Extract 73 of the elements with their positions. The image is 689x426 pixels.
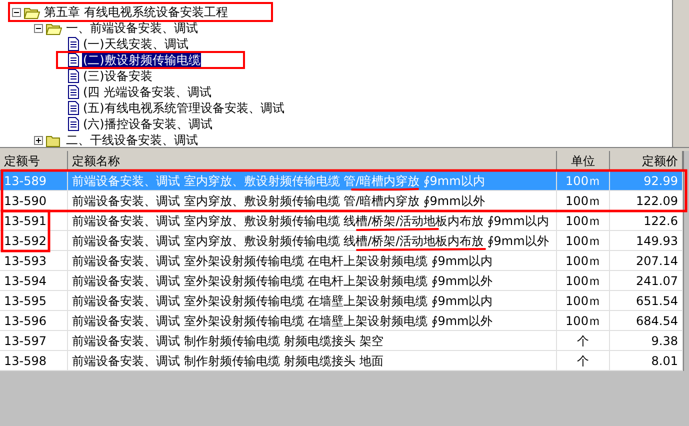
table-cell: 13-592 — [0, 231, 68, 250]
table-cell: 前端设备安装、调试 制作射频传输电缆 射频电缆接头 地面 — [68, 351, 557, 370]
collapse-icon[interactable] — [12, 8, 21, 16]
table-row[interactable]: 13-597 前端设备安装、调试 制作射频传输电缆 射频电缆接头 架空 个 9.38 — [0, 331, 683, 351]
table-cell: 100ｍ — [557, 211, 610, 230]
table-cell: 13-597 — [0, 331, 68, 350]
table-cell: 13-595 — [0, 291, 68, 310]
table-cell: 684.54 — [610, 311, 683, 330]
scrollbar[interactable] — [672, 0, 689, 147]
table-cell: 100ｍ — [557, 231, 610, 250]
table-cell: 100ｍ — [557, 191, 610, 210]
table-cell: 13-596 — [0, 311, 68, 330]
document-icon — [68, 85, 79, 99]
table-cell: 9.38 — [610, 331, 683, 350]
annotation-underline — [351, 188, 419, 191]
column-header[interactable]: 定额号 — [0, 151, 68, 170]
table-cell: 13-593 — [0, 251, 68, 270]
open-folder-icon — [46, 22, 62, 34]
table-cell: 前端设备安装、调试 室外架设射频传输电缆 在墙壁上架设射频电缆 ∮9mm以外 — [68, 311, 557, 330]
column-header[interactable]: 单位 — [557, 151, 610, 170]
table-cell: 前端设备安装、调试 室外架设射频传输电缆 在墙壁上架设射频电缆 ∮9mm以内 — [68, 291, 557, 310]
document-icon — [68, 53, 79, 67]
table-cell: 前端设备安装、调试 室内穿放、敷设射频传输电缆 线槽/桥架/活动地板内布放 ∮9mm以内 — [68, 211, 557, 230]
table-cell: 前端设备安装、调试 室内穿放、敷设射频传输电缆 管/暗槽内穿放 ∮9mm以内 — [68, 171, 557, 190]
table-row[interactable]: 13-598 前端设备安装、调试 制作射频传输电缆 射频电缆接头 地面 个 8.01 — [0, 351, 683, 371]
table-cell: 651.54 — [610, 291, 683, 310]
table-cell: 149.93 — [610, 231, 683, 250]
tree-item[interactable]: (六)播控设备安装、调试 — [82, 116, 214, 132]
column-header[interactable]: 定额名称 — [68, 151, 557, 170]
table-cell: 前端设备安装、调试 室外架设射频传输电缆 在电杆上架设射频电缆 ∮9mm以内 — [68, 251, 557, 270]
table-cell: 100ｍ — [557, 311, 610, 330]
table-cell: 个 — [557, 331, 610, 350]
expand-icon[interactable] — [34, 136, 43, 144]
tree-item[interactable]: (四 光端设备安装、调试 — [82, 84, 212, 100]
table-cell: 100ｍ — [557, 271, 610, 290]
tree-item[interactable]: 一、前端设备安装、调试 — [65, 20, 199, 36]
table-cell: 100ｍ — [557, 171, 610, 190]
table-cell: 个 — [557, 351, 610, 370]
tree-item[interactable]: 二、干线设备安装、调试 — [65, 132, 199, 147]
document-icon — [68, 37, 79, 51]
table-cell: 100ｍ — [557, 291, 610, 310]
table-row[interactable]: 13-595 前端设备安装、调试 室外架设射频传输电缆 在墙壁上架设射频电缆 ∮9mm以内 100ｍ 651.54 — [0, 291, 683, 311]
table-row[interactable]: 13-590 前端设备安装、调试 室内穿放、敷设射频传输电缆 管/暗槽内穿放 ∮9mm以外 100ｍ 122.09 — [0, 191, 683, 211]
document-icon — [68, 117, 79, 131]
table-cell: 前端设备安装、调试 室外架设射频传输电缆 在电杆上架设射频电缆 ∮9mm以外 — [68, 271, 557, 290]
tree-item[interactable]: (一)天线安装、调试 — [82, 36, 190, 52]
table-cell: 13-591 — [0, 211, 68, 230]
tree-item[interactable]: (三)设备安装 — [82, 68, 154, 84]
table-cell: 100ｍ — [557, 251, 610, 270]
table-row[interactable]: 13-592 前端设备安装、调试 室内穿放、敷设射频传输电缆 线槽/桥架/活动地板内布放 ∮9mm以外 100ｍ 149.93 — [0, 231, 683, 251]
column-header[interactable]: 定额价 — [610, 151, 683, 170]
table-cell: 92.99 — [610, 171, 683, 190]
table-cell: 241.07 — [610, 271, 683, 290]
table-cell: 13-590 — [0, 191, 68, 210]
table-row[interactable]: 13-594 前端设备安装、调试 室外架设射频传输电缆 在电杆上架设射频电缆 ∮9mm以外 100ｍ 241.07 — [0, 271, 683, 291]
open-folder-icon — [24, 6, 40, 18]
collapse-icon[interactable] — [34, 24, 43, 32]
table-cell: 122.09 — [610, 191, 683, 210]
table-row[interactable]: 13-593 前端设备安装、调试 室外架设射频传输电缆 在电杆上架设射频电缆 ∮9mm以内 100ｍ 207.14 — [0, 251, 683, 271]
table-cell: 13-598 — [0, 351, 68, 370]
document-icon — [68, 101, 79, 115]
table-cell: 前端设备安装、调试 制作射频传输电缆 射频电缆接头 架空 — [68, 331, 557, 350]
table-cell: 8.01 — [610, 351, 683, 370]
table-cell: 前端设备安装、调试 室内穿放、敷设射频传输电缆 管/暗槽内穿放 ∮9mm以外 — [68, 191, 557, 210]
table-cell: 13-594 — [0, 271, 68, 290]
tree-item[interactable]: 第五章 有线电视系统设备安装工程 — [43, 4, 229, 20]
table-row[interactable]: 13-596 前端设备安装、调试 室外架设射频传输电缆 在墙壁上架设射频电缆 ∮9mm以外 100ｍ 684.54 — [0, 311, 683, 331]
table-cell: 前端设备安装、调试 室内穿放、敷设射频传输电缆 线槽/桥架/活动地板内布放 ∮9mm以外 — [68, 231, 557, 250]
table-cell: 13-589 — [0, 171, 68, 190]
table-cell: 122.6 — [610, 211, 683, 230]
tree-item[interactable]: (五)有线电视系统管理设备安装、调试 — [82, 100, 286, 116]
table-cell: 207.14 — [610, 251, 683, 270]
document-icon — [68, 69, 79, 83]
